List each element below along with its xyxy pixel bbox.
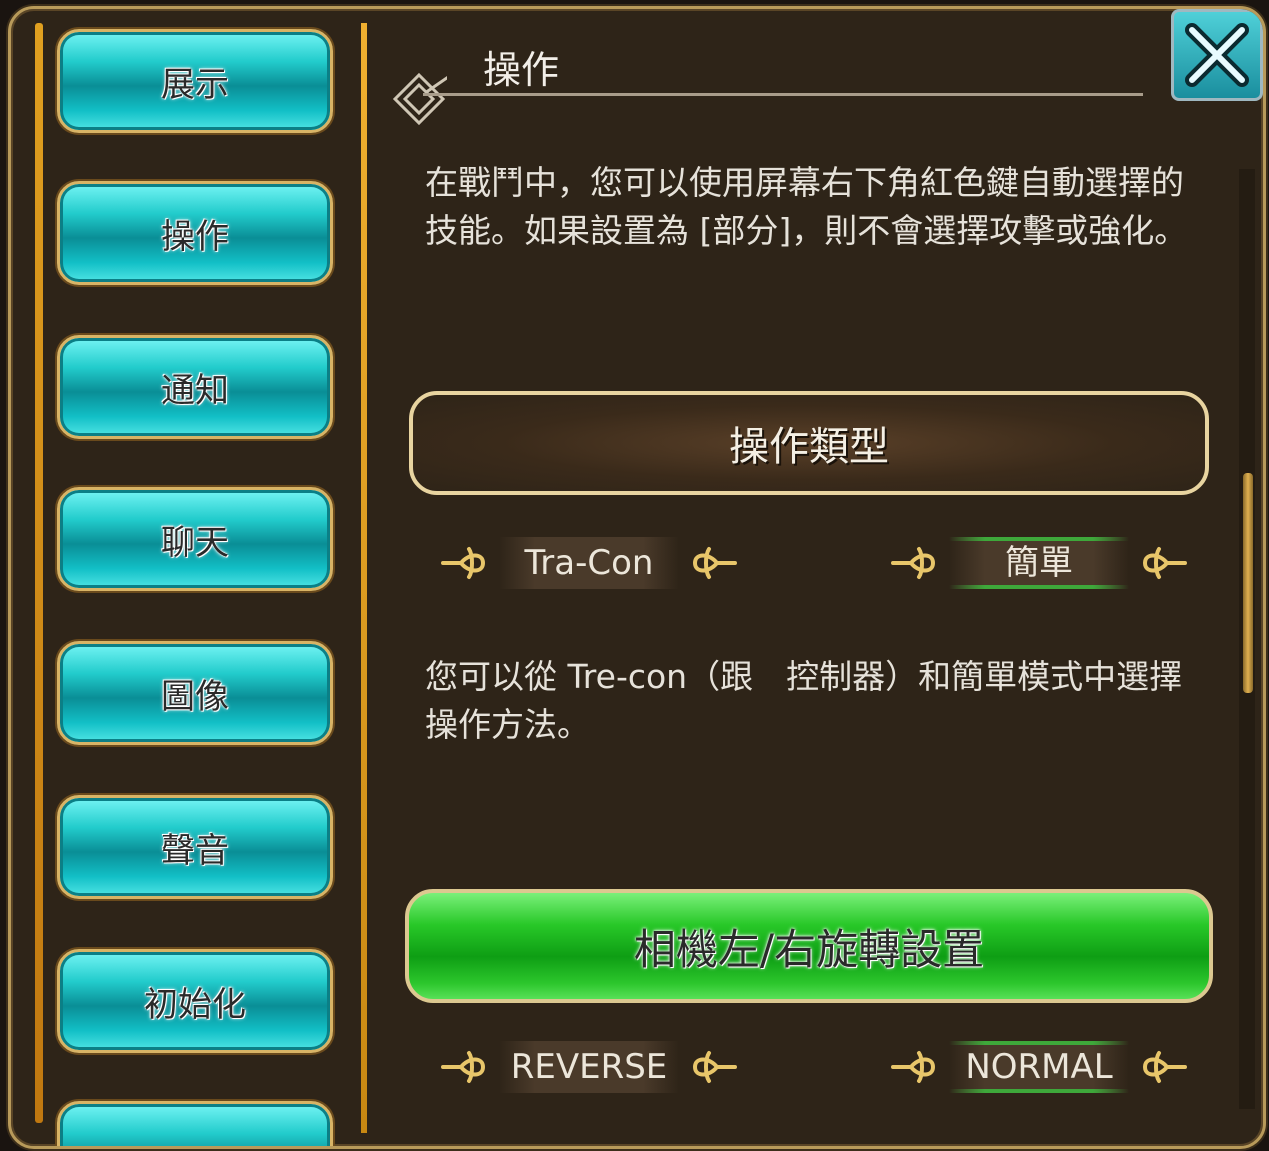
operation-type-header: 操作類型 bbox=[409, 391, 1209, 495]
operation-type-description: 您可以從 Tre-con（跟 控制器）和簡單模式中選擇操作方法。 bbox=[425, 657, 1183, 744]
sidebar-item-controls[interactable]: 操作 bbox=[57, 181, 333, 285]
sidebar-scroll-rail[interactable] bbox=[35, 23, 43, 1123]
option-label: NORMAL bbox=[965, 1047, 1113, 1087]
sidebar-item-label: 操作 bbox=[161, 216, 229, 257]
sidebar-item-notifications[interactable]: 通知 bbox=[57, 335, 333, 439]
option-simple[interactable]: 簡單 bbox=[889, 533, 1189, 593]
content-scroll-thumb[interactable] bbox=[1243, 473, 1253, 693]
close-button[interactable] bbox=[1171, 9, 1263, 101]
sidebar-item-chat[interactable]: 聊天 bbox=[57, 487, 333, 591]
camera-rotation-label: 相機左/右旋轉設置 bbox=[633, 924, 985, 974]
option-reverse[interactable]: REVERSE bbox=[439, 1037, 739, 1097]
option-label: REVERSE bbox=[510, 1047, 668, 1087]
sidebar-item-label: 聲音 bbox=[161, 830, 229, 871]
close-icon bbox=[1185, 23, 1249, 87]
sidebar-item-partial[interactable] bbox=[57, 1101, 333, 1146]
sidebar-item-label: 通知 bbox=[161, 370, 229, 411]
settings-panel: 展示 操作 通知 聊天 圖像 聲音 初始化 操作 在戰鬥中，您可以使用屏幕右下角… bbox=[8, 6, 1266, 1149]
option-label: Tra-Con bbox=[524, 543, 654, 583]
camera-rotation-button[interactable]: 相機左/右旋轉設置 bbox=[405, 889, 1213, 1003]
title-emblem-icon bbox=[392, 72, 447, 126]
sidebar-item-label: 聊天 bbox=[161, 522, 229, 563]
sidebar-item-display[interactable]: 展示 bbox=[57, 29, 333, 133]
sidebar-item-reset[interactable]: 初始化 bbox=[57, 949, 333, 1053]
sidebar-item-label: 圖像 bbox=[161, 676, 229, 717]
option-normal[interactable]: NORMAL bbox=[889, 1037, 1189, 1097]
option-tracon[interactable]: Tra-Con bbox=[439, 533, 739, 593]
intro-description: 在戰鬥中，您可以使用屏幕右下角紅色鍵自動選擇的技能。如果設置為 [部分]，則不會… bbox=[425, 163, 1188, 250]
sidebar-item-graphics[interactable]: 圖像 bbox=[57, 641, 333, 745]
option-label: 簡單 bbox=[1005, 543, 1073, 583]
page-title: 操作 bbox=[483, 48, 560, 92]
sidebar-item-label: 初始化 bbox=[144, 984, 246, 1025]
column-divider bbox=[361, 23, 367, 1133]
sidebar-item-sound[interactable]: 聲音 bbox=[57, 795, 333, 899]
title-underline bbox=[423, 93, 1143, 96]
sidebar-item-label: 展示 bbox=[161, 64, 229, 105]
operation-type-heading: 操作類型 bbox=[729, 424, 889, 470]
